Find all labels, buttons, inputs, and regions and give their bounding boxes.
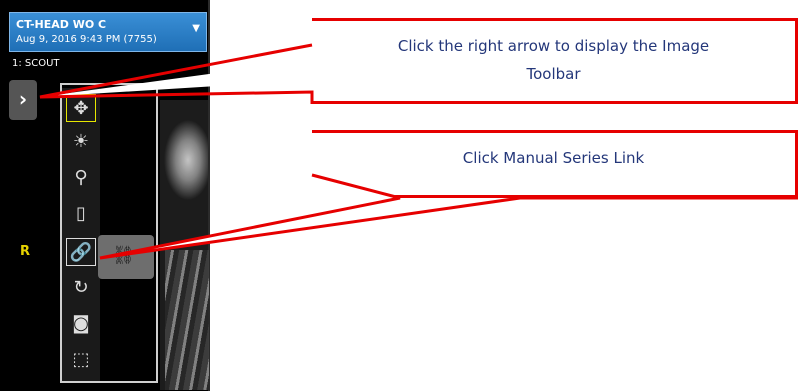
pan-icon[interactable]: ✥ — [66, 94, 96, 122]
study-title: CT-HEAD WO C — [16, 18, 107, 31]
zoom-icon[interactable]: ⚲ — [66, 164, 96, 192]
toolbar-callout-line2: Toolbar — [526, 65, 581, 83]
ruler-icon[interactable]: ▯ — [66, 200, 96, 228]
window-level-icon[interactable]: ☀ — [66, 128, 96, 156]
xray-image-spine — [165, 250, 209, 390]
manual-link-icon[interactable]: ⛓ — [112, 245, 135, 266]
chevron-down-icon[interactable]: ▼ — [192, 23, 200, 34]
toolbar-callout-line1: Click the right arrow to display the Ima… — [397, 37, 710, 55]
cine-icon[interactable]: ◙ — [66, 310, 96, 338]
series-link-callout: Click Manual Series Link — [312, 130, 798, 198]
series-link-callout-text: Click Manual Series Link — [462, 149, 645, 167]
rotate-icon[interactable]: ↻ — [66, 274, 96, 302]
link-icon[interactable]: 🔗 — [66, 238, 96, 266]
toolbar-toggle-button[interactable]: › — [9, 80, 37, 120]
image-toolbar: ✥ ☀ ⚲ ▯ 🔗 ↻ ◙ ⬚ — [62, 88, 100, 381]
study-date: Aug 9, 2016 9:43 PM (7755) — [16, 34, 157, 45]
toolbar-callout: Click the right arrow to display the Ima… — [312, 18, 798, 104]
3d-cube-icon[interactable]: ⬚ — [66, 346, 96, 374]
orientation-label: R — [20, 244, 31, 259]
study-header[interactable]: CT-HEAD WO C Aug 9, 2016 9:43 PM (7755) … — [9, 12, 207, 52]
image-viewer-panel: CT-HEAD WO C Aug 9, 2016 9:43 PM (7755) … — [0, 0, 210, 391]
series-label: 1: SCOUT — [12, 58, 60, 69]
manual-series-link-flyout[interactable]: ⛓ — [98, 235, 154, 279]
